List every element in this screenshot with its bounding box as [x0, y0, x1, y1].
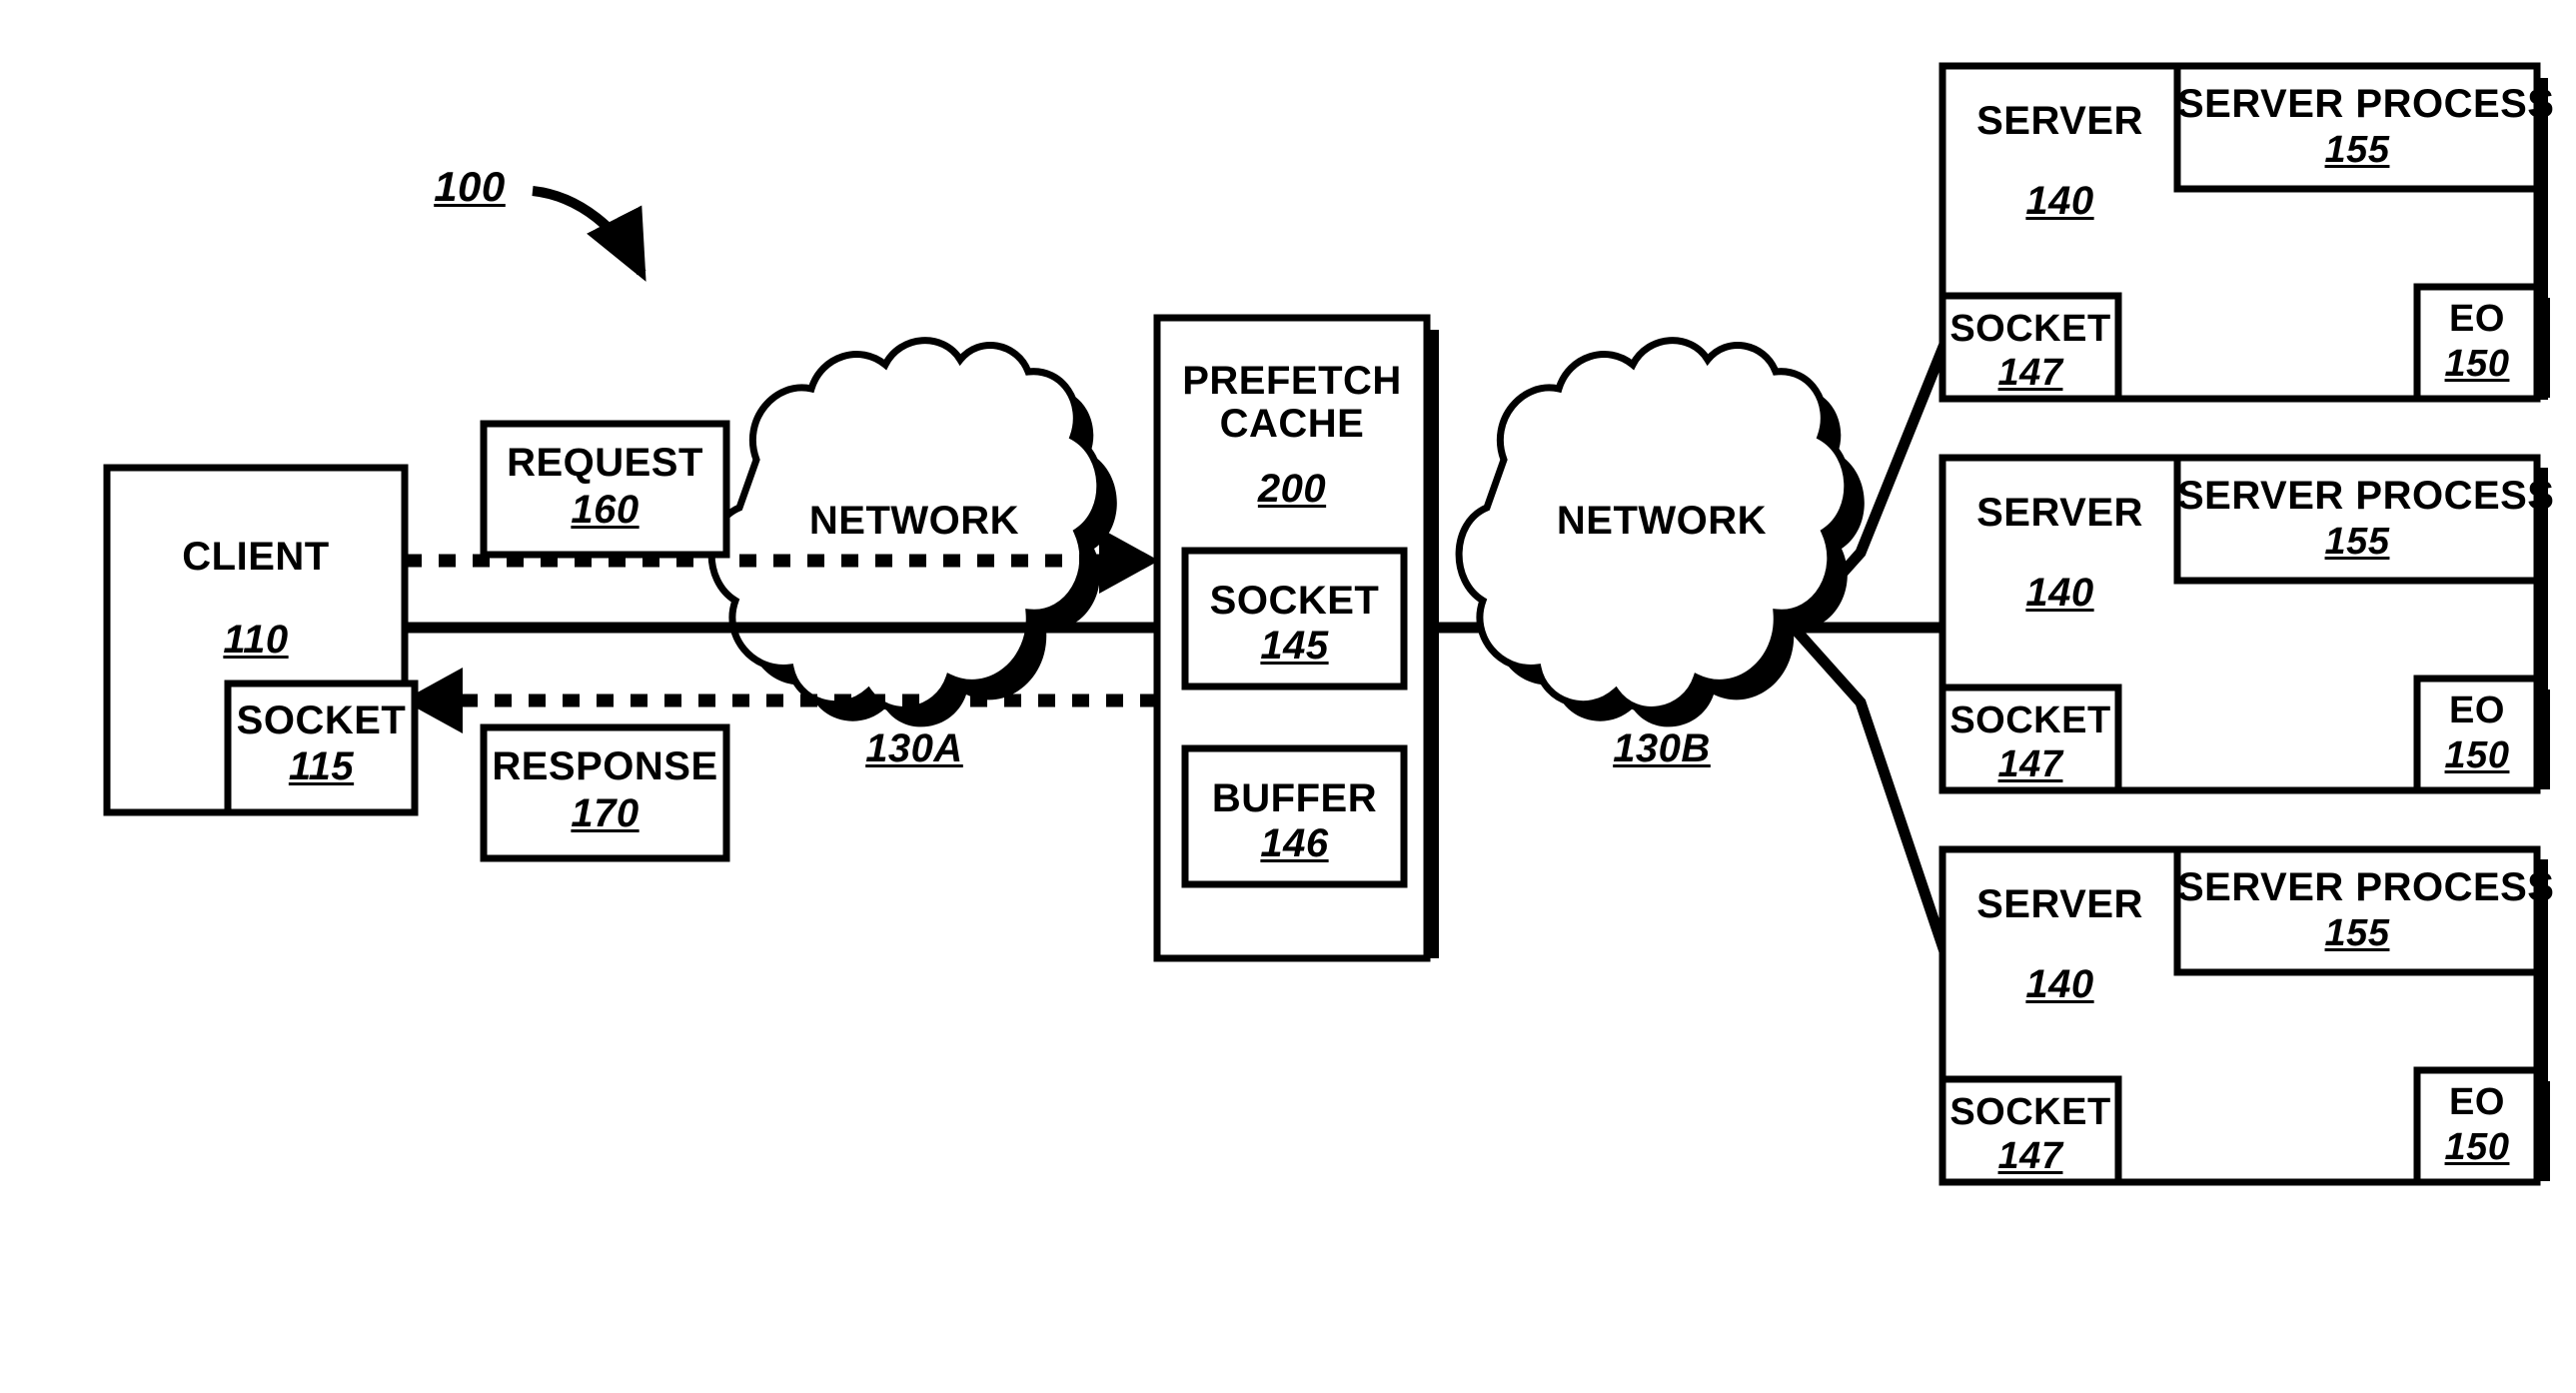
prefetch-socket-label: SOCKET: [1209, 579, 1380, 623]
server-socket-3-label: SOCKET: [1949, 1091, 2111, 1133]
request-label: REQUEST: [507, 441, 703, 485]
figure-ref-label: 100: [434, 163, 506, 210]
server-socket-1-label: SOCKET: [1949, 308, 2111, 350]
server-socket-2-label: SOCKET: [1949, 699, 2111, 741]
response-ref: 170: [571, 791, 640, 835]
network-130b-label: NETWORK: [1556, 499, 1768, 543]
figure-ref-leader-arrow: [532, 186, 646, 282]
request-ref: 160: [571, 488, 640, 532]
network-130a-ref: 130A: [865, 726, 963, 770]
network-130b-ref: 130B: [1613, 726, 1711, 770]
server-1-ref: 140: [2025, 179, 2094, 223]
response-label: RESPONSE: [492, 744, 718, 788]
server-eo-2-label: EO: [2449, 690, 2505, 731]
server-process-3-label: SERVER PROCESS: [2177, 865, 2555, 909]
prefetch-socket-ref: 145: [1260, 624, 1329, 668]
prefetch-buffer-label: BUFFER: [1211, 776, 1378, 820]
server-process-3-ref: 155: [2324, 912, 2390, 954]
networkb-to-server3-line: [1789, 624, 1961, 986]
server-eo-1-label: EO: [2449, 298, 2505, 340]
server-eo-3-label: EO: [2449, 1081, 2505, 1123]
prefetch-cache-label-line2: CACHE: [1219, 402, 1365, 446]
prefetch-buffer-ref: 146: [1260, 821, 1329, 865]
server-1-label: SERVER: [1976, 99, 2143, 143]
server-process-1-ref: 155: [2324, 129, 2390, 171]
server-2-label: SERVER: [1976, 491, 2143, 535]
client-socket-ref: 115: [288, 744, 355, 788]
client-ref: 110: [223, 618, 289, 662]
client-socket-label: SOCKET: [236, 698, 407, 742]
figure-canvas: 100 CLIENT 110 SOCKET 115 REQUEST 160 RE…: [0, 0, 2576, 1393]
server-socket-2-ref: 147: [1997, 743, 2063, 785]
client-label: CLIENT: [182, 535, 330, 579]
server-2-ref: 140: [2025, 571, 2094, 615]
prefetch-cache-label-line1: PREFETCH: [1182, 359, 1402, 403]
server-socket-1-ref: 147: [1997, 352, 2063, 394]
server-eo-2-ref: 150: [2444, 734, 2510, 776]
server-3-ref: 140: [2025, 962, 2094, 1006]
diagram-vector-layer: [103, 62, 2550, 1186]
server-3-label: SERVER: [1976, 882, 2143, 926]
server-socket-3-ref: 147: [1997, 1135, 2063, 1177]
server-process-2-ref: 155: [2324, 521, 2390, 563]
server-eo-1-ref: 150: [2444, 343, 2510, 385]
server-process-1-label: SERVER PROCESS: [2177, 82, 2555, 126]
server-process-2-label: SERVER PROCESS: [2177, 474, 2555, 518]
server-eo-3-ref: 150: [2444, 1126, 2510, 1168]
network-130a-label: NETWORK: [808, 499, 1020, 543]
prefetch-cache-ref: 200: [1257, 467, 1327, 511]
